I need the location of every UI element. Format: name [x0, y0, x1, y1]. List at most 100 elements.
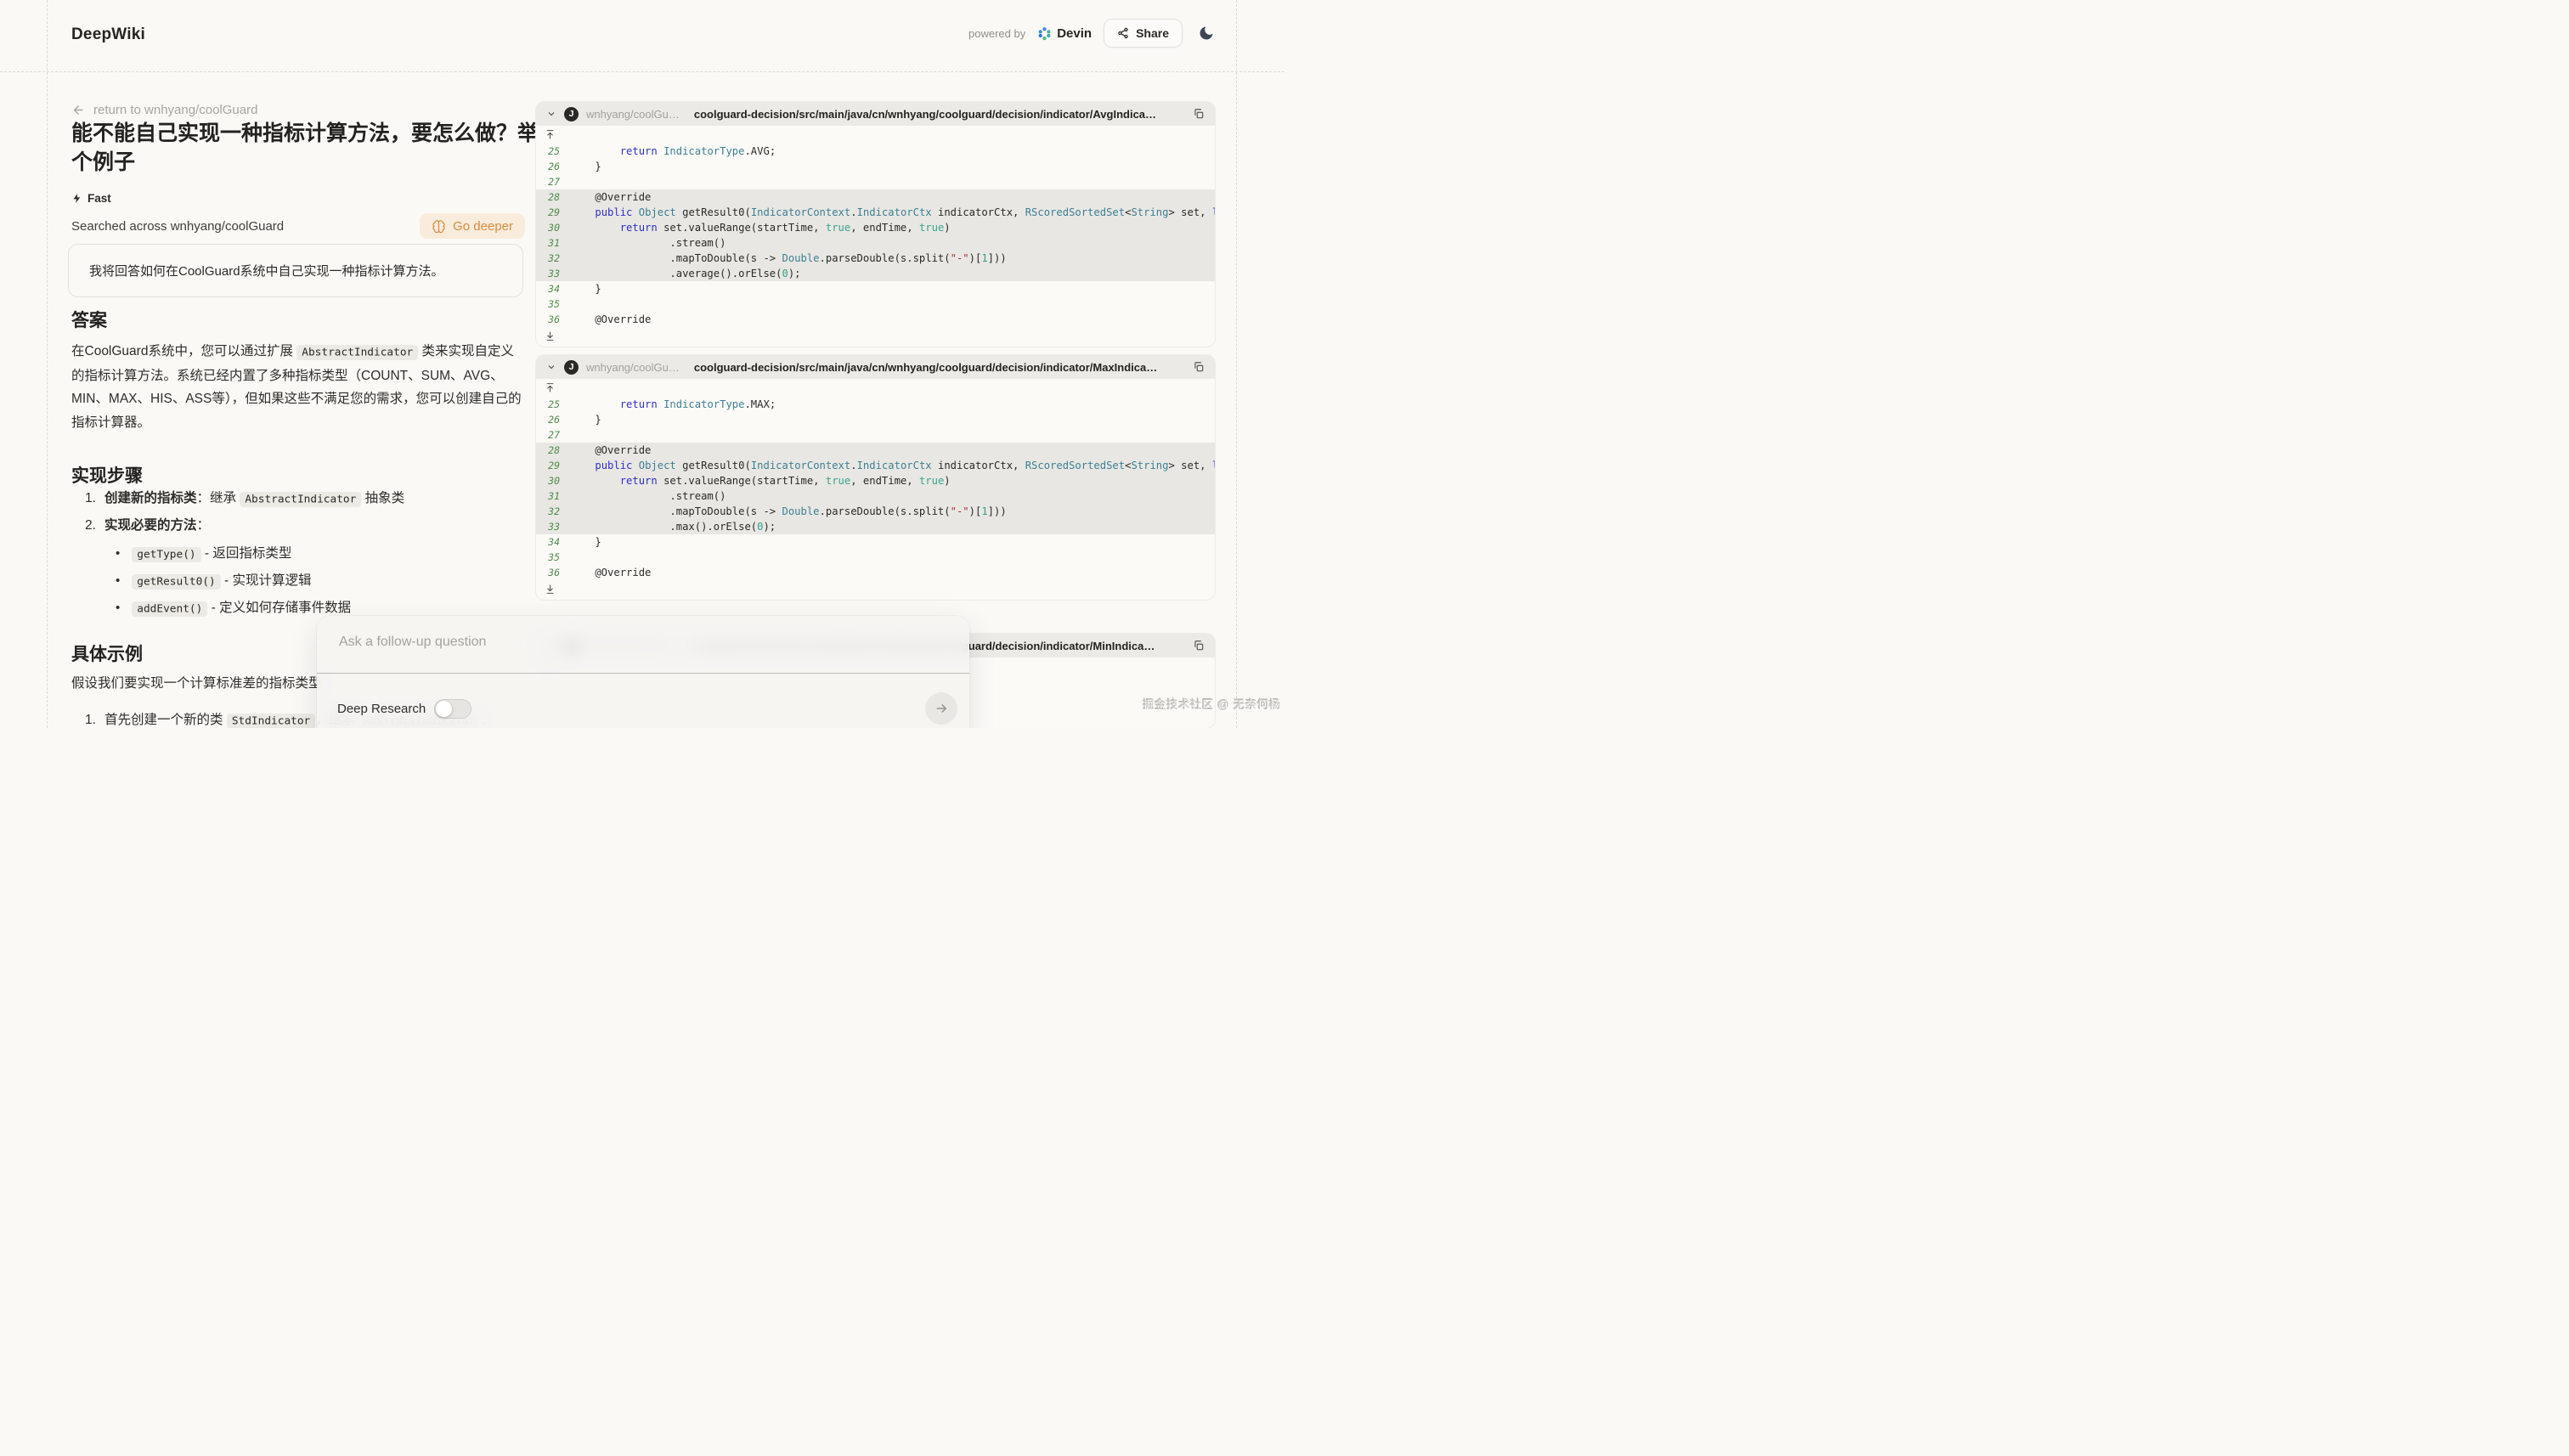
share-label: Share [1136, 26, 1169, 40]
inline-code: AbstractIndicator [240, 492, 361, 507]
go-deeper-label: Go deeper [453, 219, 513, 234]
text: 首先创建一个新的类 [104, 713, 227, 727]
scroll-down-control[interactable] [536, 580, 1215, 598]
code-line: 30 return set.valueRange(startTime, true… [536, 473, 1215, 488]
dark-mode-toggle[interactable] [1194, 21, 1218, 45]
text: ： [197, 518, 211, 533]
line-number: 31 [536, 237, 570, 249]
code-line: 33 .average().orElse(0); [536, 266, 1215, 281]
scroll-up-control[interactable] [536, 379, 1215, 397]
inline-code: addEvent() [132, 601, 207, 617]
chevron-down-icon[interactable] [546, 109, 556, 119]
lightning-icon [71, 193, 82, 204]
fast-badge: Fast [71, 192, 111, 205]
list-number: 1. [85, 491, 97, 506]
copy-icon[interactable] [1193, 361, 1205, 373]
inline-code: StdIndicator [227, 714, 315, 729]
deep-research-label: Deep Research [337, 702, 426, 716]
code-line: 27 [536, 174, 1215, 189]
scroll-up-control[interactable] [536, 126, 1215, 144]
java-file-icon: J [564, 360, 579, 375]
deep-research-toggle[interactable] [434, 699, 471, 719]
toggle-knob [436, 701, 452, 717]
bullet-icon: • [116, 546, 120, 561]
answer-heading: 答案 [71, 307, 107, 332]
code-text: .mapToDouble(s -> Double.parseDouble(s.s… [570, 505, 1215, 517]
followup-toolbar: Deep Research [317, 674, 969, 728]
code-line: 30 return set.valueRange(startTime, true… [536, 220, 1215, 235]
code-text: .stream() [570, 490, 1215, 502]
code-line: 34 } [536, 534, 1215, 550]
bold-text: 实现必要的方法 [104, 518, 197, 533]
inline-code: getType() [132, 547, 200, 562]
code-line: 26 } [536, 159, 1215, 174]
code-text: return IndicatorType.MAX; [570, 398, 1215, 410]
answer-intro: 在CoolGuard系统中，您可以通过扩展 AbstractIndicator … [71, 340, 527, 434]
text: ：继承 [197, 491, 240, 505]
moon-icon [1198, 25, 1215, 42]
bullet-icon: • [116, 601, 120, 615]
repo-name[interactable]: wnhyang/coolGu… [586, 361, 680, 374]
list-item: • getResult0() - 实现计算逻辑 [116, 570, 523, 589]
code-line: 34 } [536, 281, 1215, 296]
code-text: return set.valueRange(startTime, true, e… [570, 222, 1215, 234]
watermark: 掘金技术社区 @ 无奈何杨 [1143, 695, 1281, 712]
line-number: 29 [536, 460, 570, 471]
line-number: 33 [536, 268, 570, 279]
code-text: @Override [570, 567, 1215, 578]
share-button[interactable]: Share [1104, 19, 1183, 48]
back-link[interactable]: return to wnhyang/coolGuard [71, 103, 257, 117]
code-text: .average().orElse(0); [570, 268, 1215, 279]
code-text: @Override [570, 191, 1215, 203]
example-heading: 具体示例 [71, 641, 143, 666]
scroll-down-control[interactable] [536, 327, 1215, 345]
right-guide-line [1236, 0, 1237, 728]
repo-name[interactable]: wnhyang/coolGu… [586, 108, 680, 121]
line-number: 32 [536, 252, 570, 264]
code-text: public Object getResult0(IndicatorContex… [570, 460, 1215, 471]
send-button[interactable] [925, 692, 957, 725]
code-panel-header: Jwnhyang/coolGu… coolguard-decision/src/m… [536, 355, 1215, 379]
plan-card: 我将回答如何在CoolGuard系统中自己实现一种指标计算方法。 [68, 244, 523, 297]
deepwiki-logo[interactable]: DeepWiki [71, 25, 145, 44]
inline-code: AbstractIndicator [296, 345, 418, 360]
copy-icon[interactable] [1193, 640, 1205, 652]
line-number: 33 [536, 521, 570, 533]
followup-input[interactable] [337, 633, 952, 670]
line-number: 30 [536, 222, 570, 234]
page: DeepWiki powered by Devin Share [0, 0, 1284, 728]
go-deeper-button[interactable]: Go deeper [420, 213, 525, 239]
list-item: • getType() - 返回指标类型 [116, 543, 523, 562]
line-number: 27 [536, 429, 570, 441]
list-item: • addEvent() - 定义如何存储事件数据 [116, 597, 523, 616]
code-line: 36 @Override [536, 312, 1215, 327]
bold-text: 创建新的指标类 [104, 491, 197, 505]
question-title: 能不能自己实现一种指标计算方法，要怎么做？举个例子 [71, 119, 540, 177]
back-label: return to wnhyang/coolGuard [93, 103, 257, 117]
code-text: .mapToDouble(s -> Double.parseDouble(s.s… [570, 252, 1215, 264]
code-line: 25 return IndicatorType.MAX; [536, 397, 1215, 412]
code-line: 32 .mapToDouble(s -> Double.parseDouble(… [536, 504, 1215, 519]
code-line: 32 .mapToDouble(s -> Double.parseDouble(… [536, 251, 1215, 266]
header-actions: powered by Devin Share [968, 19, 1218, 48]
code-panel: Jwnhyang/coolGu…coolguard-decision/src/m… [536, 102, 1215, 347]
code-text: public Object getResult0(IndicatorContex… [570, 206, 1215, 218]
file-path[interactable]: coolguard-decision/src/main/java/cn/wnhy… [694, 361, 1185, 374]
code-text: .max().orElse(0); [570, 521, 1215, 533]
code-body: 25 return IndicatorType.AVG;26 }2728 @Ov… [536, 144, 1215, 327]
code-panel: Jwnhyang/coolGu… coolguard-decision/src/m… [536, 355, 1215, 600]
chevron-down-icon[interactable] [546, 362, 556, 372]
followup-divider [317, 673, 969, 674]
line-number: 34 [536, 536, 570, 548]
list-item-text: getResult0() - 实现计算逻辑 [132, 570, 311, 589]
list-item: 1. 创建新的指标类：继承 AbstractIndicator 抽象类 [85, 488, 527, 506]
devin-link[interactable]: Devin [1037, 26, 1092, 41]
list-item-text: getType() - 返回指标类型 [132, 543, 291, 562]
arrow-right-icon [934, 701, 949, 716]
devin-logo-icon [1037, 26, 1052, 41]
copy-icon[interactable] [1193, 108, 1205, 120]
code-line: 29 public Object getResult0(IndicatorCon… [536, 205, 1215, 220]
file-path[interactable]: coolguard-decision/src/main/java/cn/wnhy… [694, 108, 1185, 121]
list-item-text: 创建新的指标类：继承 AbstractIndicator 抽象类 [104, 488, 404, 506]
line-number: 36 [536, 567, 570, 578]
